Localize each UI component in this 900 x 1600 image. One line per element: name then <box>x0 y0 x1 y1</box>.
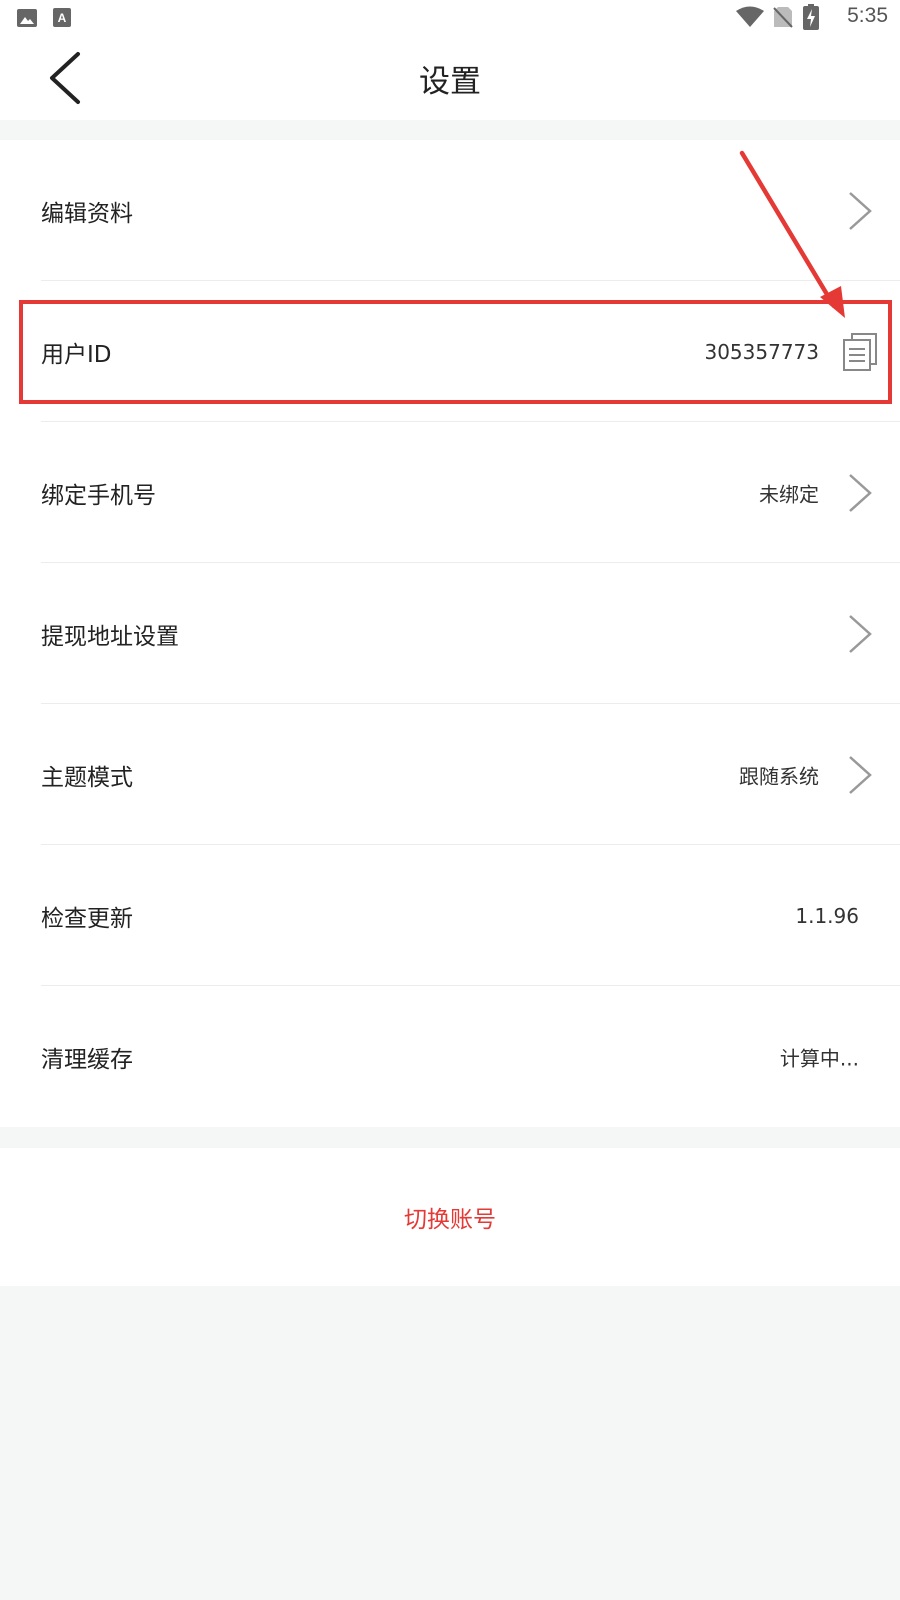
page-title: 设置 <box>419 64 481 100</box>
row-label: 提现地址设置 <box>41 623 179 650</box>
row-label: 用户ID <box>41 341 112 368</box>
copy-icon[interactable] <box>842 332 878 372</box>
row-clear-cache[interactable]: 清理缓存 计算中... <box>0 986 900 1127</box>
row-label: 绑定手机号 <box>41 482 156 509</box>
row-bind-phone[interactable]: 绑定手机号 未绑定 <box>0 422 900 563</box>
row-value: 跟随系统 <box>739 764 819 788</box>
row-label: 编辑资料 <box>41 200 133 227</box>
row-edit-profile[interactable]: 编辑资料 <box>0 140 900 281</box>
chevron-right-icon <box>849 614 872 653</box>
row-label: 检查更新 <box>41 905 133 932</box>
svg-text:A: A <box>58 11 67 25</box>
row-value: 未绑定 <box>759 482 819 506</box>
row-check-update[interactable]: 检查更新 1.1.96 <box>0 845 900 986</box>
status-bar: A 5:35 <box>0 0 900 36</box>
image-icon <box>17 9 37 27</box>
chevron-right-icon <box>849 755 872 794</box>
keyboard-a-icon: A <box>53 8 71 27</box>
no-sim-icon <box>773 7 793 28</box>
row-label: 主题模式 <box>41 764 133 791</box>
row-label: 清理缓存 <box>41 1046 133 1073</box>
chevron-right-icon <box>849 473 872 512</box>
header-bar: 设置 <box>0 36 900 120</box>
row-withdraw-address[interactable]: 提现地址设置 <box>0 563 900 704</box>
row-theme-mode[interactable]: 主题模式 跟随系统 <box>0 704 900 845</box>
switch-account-button[interactable]: 切换账号 <box>0 1200 900 1234</box>
settings-list: 编辑资料 用户ID 305357773 绑定手机号 未绑定 提现地址设置 主题模… <box>0 140 900 1127</box>
settings-screen: A 5:35 设置 编辑资料 用户ID 305357773 绑定手机号 未绑定 … <box>0 0 900 1600</box>
row-user-id: 用户ID 305357773 <box>0 281 900 422</box>
switch-account-block: 切换账号 <box>0 1148 900 1286</box>
wifi-icon <box>736 6 764 27</box>
version-value: 1.1.96 <box>795 903 859 928</box>
chevron-right-icon <box>849 191 872 230</box>
status-time: 5:35 <box>847 4 888 27</box>
cache-size-value: 计算中... <box>779 1046 859 1070</box>
user-id-value: 305357773 <box>704 339 819 364</box>
battery-charging-icon <box>803 4 819 30</box>
